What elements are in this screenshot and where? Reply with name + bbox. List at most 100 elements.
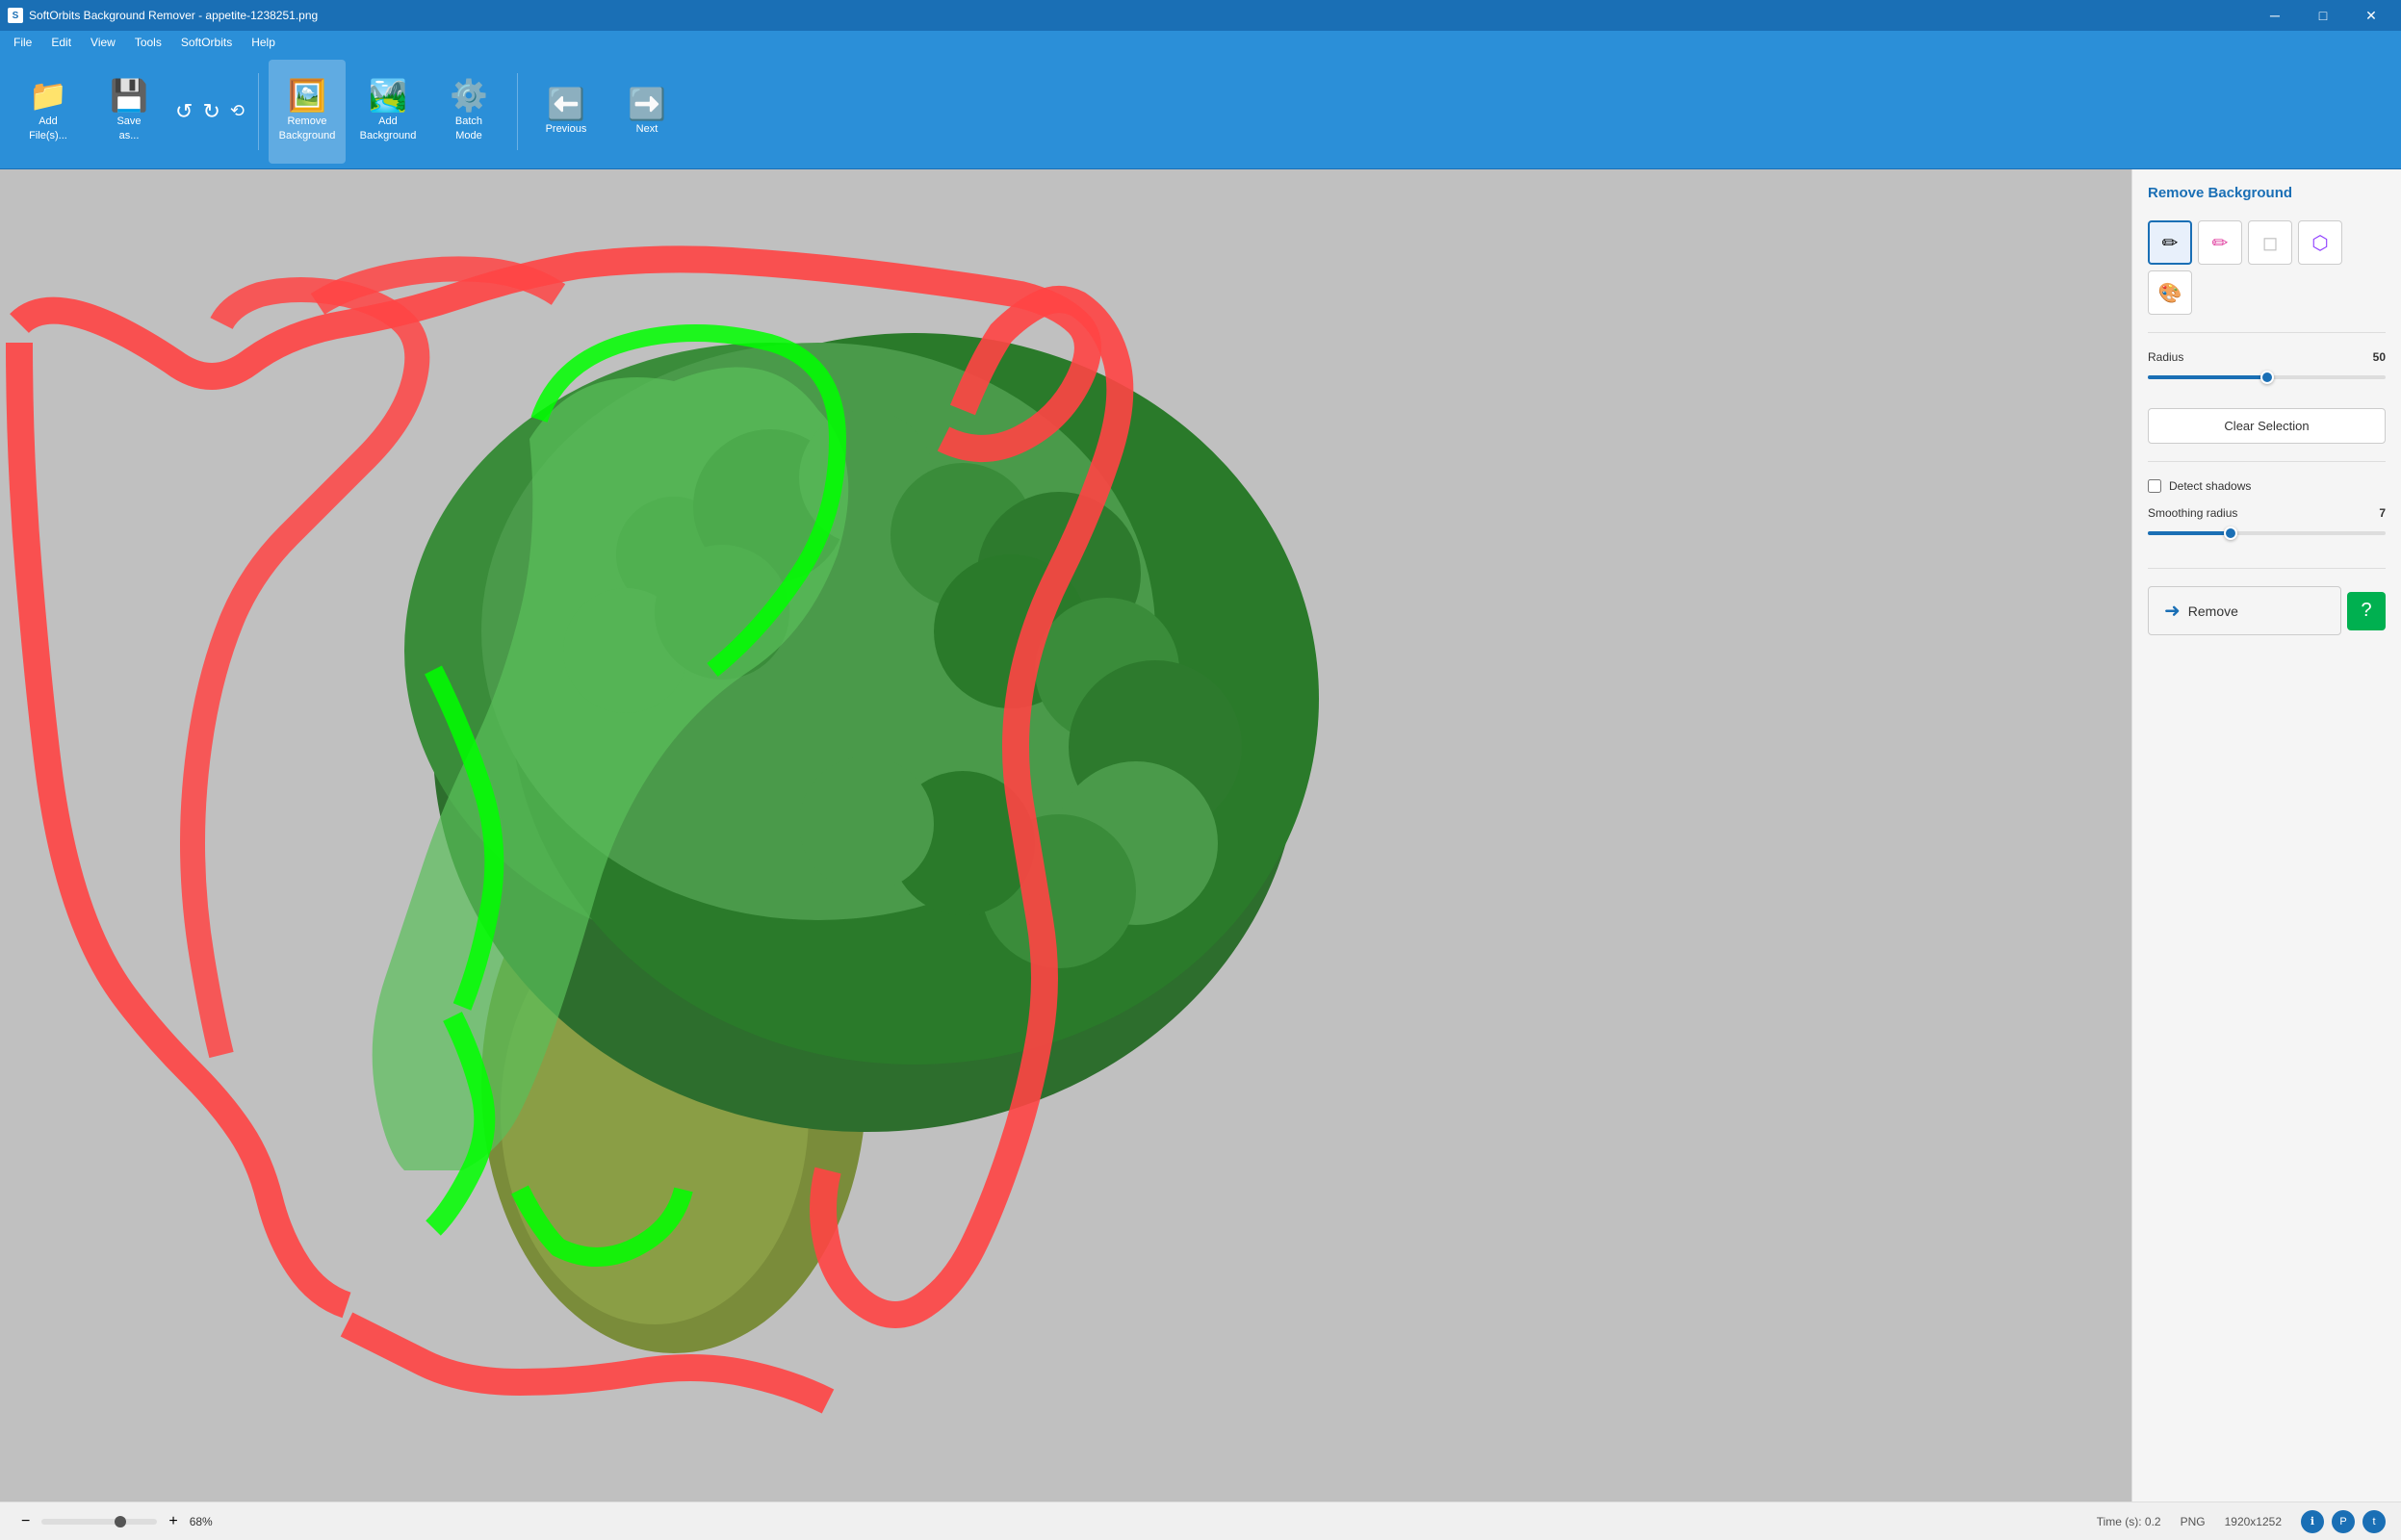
smoothing-label: Smoothing radius [2148,506,2237,520]
minimize-button[interactable]: ─ [2253,0,2297,31]
menu-file[interactable]: File [4,34,41,51]
smoothing-value: 7 [2379,506,2386,520]
smoothing-section: Smoothing radius 7 [2148,506,2386,551]
status-right: Time (s): 0.2 PNG 1920x1252 ℹ P t [2097,1510,2386,1533]
eraser-tool[interactable]: ◻ [2248,220,2292,265]
detect-shadows-label[interactable]: Detect shadows [2169,479,2251,493]
pinterest-button[interactable]: P [2332,1510,2355,1533]
toolbar-separator-1 [258,73,259,150]
zoom-track[interactable] [41,1519,157,1525]
menu-help[interactable]: Help [242,34,285,51]
smoothing-row: Smoothing radius 7 [2148,506,2386,520]
undo-button[interactable]: ↺ [171,95,196,128]
save-as-label: Saveas... [116,115,141,142]
foreground-brush-icon: ✏ [2162,231,2179,255]
help-button[interactable]: ? [2347,592,2386,630]
social-buttons: ℹ P t [2301,1510,2386,1533]
smoothing-slider-container [2148,524,2386,543]
background-brush-tool[interactable]: ✏ [2198,220,2242,265]
window-controls: ─ □ ✕ [2253,0,2393,31]
toolbar: 📁 AddFile(s)... 💾 Saveas... ↺ ↻ ⟲ 🖼️ Rem… [0,54,2401,169]
add-bg-label: AddBackground [360,115,417,142]
close-button[interactable]: ✕ [2349,0,2393,31]
batch-label: BatchMode [455,115,482,142]
divider-3 [2148,568,2386,569]
radius-slider-thumb[interactable] [2260,371,2274,384]
zoom-thumb[interactable] [115,1516,126,1527]
detect-shadows-row: Detect shadows [2148,479,2386,493]
remove-bg-label: RemoveBackground [279,115,336,142]
format-label: PNG [2181,1515,2206,1528]
smoothing-slider-fill [2148,531,2231,535]
color-picker-icon: 🎨 [2158,281,2182,305]
image-background [0,169,2131,1502]
next-button[interactable]: ➡️ Next [608,60,685,164]
main-layout: Remove Background ✏ ✏ ◻ ⬡ 🎨 Radius [0,169,2401,1502]
window-title: SoftOrbits Background Remover - appetite… [29,9,318,22]
radius-row: Radius 50 [2148,350,2386,364]
twitter-button[interactable]: t [2362,1510,2386,1533]
canvas-area[interactable] [0,169,2131,1502]
save-as-icon: 💾 [110,80,148,111]
divider-2 [2148,461,2386,462]
remove-arrow-icon: ➜ [2164,599,2181,623]
radius-value: 50 [2373,350,2386,364]
remove-bg-icon: 🖼️ [288,80,326,111]
remove-background-button[interactable]: 🖼️ RemoveBackground [269,60,346,164]
right-panel: Remove Background ✏ ✏ ◻ ⬡ 🎨 Radius [2131,169,2401,1502]
zoom-in-button[interactable]: + [163,1511,183,1532]
color-picker-tool[interactable]: 🎨 [2148,270,2192,315]
zoom-controls: − + 68% [15,1511,228,1532]
previous-icon: ⬅️ [547,89,585,119]
eraser-icon: ◻ [2262,231,2279,255]
batch-icon: ⚙️ [450,80,488,111]
dimensions-label: 1920x1252 [2225,1515,2282,1528]
app-icon: S [8,8,23,23]
add-files-icon: 📁 [29,80,67,111]
divider-1 [2148,332,2386,333]
previous-label: Previous [546,123,587,135]
add-background-button[interactable]: 🏞️ AddBackground [349,60,426,164]
radius-section: Radius 50 [2148,350,2386,395]
radius-slider-fill [2148,375,2267,379]
add-bg-icon: 🏞️ [369,80,407,111]
save-as-button[interactable]: 💾 Saveas... [90,60,168,164]
clear-selection-button[interactable]: Clear Selection [2148,408,2386,444]
maximize-button[interactable]: □ [2301,0,2345,31]
tool-buttons: ✏ ✏ ◻ ⬡ 🎨 [2148,220,2386,315]
menu-softorbits[interactable]: SoftOrbits [171,34,242,51]
batch-mode-button[interactable]: ⚙️ BatchMode [430,60,507,164]
toolbar-separator-2 [517,73,518,150]
add-files-label: AddFile(s)... [29,115,67,142]
zoom-percent: 68% [190,1515,228,1528]
reset-button[interactable]: ⟲ [226,97,248,125]
undo-redo-group: ↺ ↻ ⟲ [171,95,248,128]
foreground-brush-tool[interactable]: ✏ [2148,220,2192,265]
previous-button[interactable]: ⬅️ Previous [528,60,605,164]
menu-tools[interactable]: Tools [125,34,171,51]
help-icon: ? [2361,600,2371,622]
smoothing-slider-track [2148,531,2386,535]
menu-bar: File Edit View Tools SoftOrbits Help [0,31,2401,54]
magic-wand-icon: ⬡ [2311,231,2328,255]
next-icon: ➡️ [628,89,666,119]
magic-wand-tool[interactable]: ⬡ [2298,220,2342,265]
remove-button[interactable]: ➜ Remove [2148,586,2341,635]
remove-label: Remove [2188,603,2238,619]
redo-button[interactable]: ↻ [198,95,223,128]
zoom-out-button[interactable]: − [15,1511,36,1532]
status-bar: − + 68% Time (s): 0.2 PNG 1920x1252 ℹ P … [0,1502,2401,1540]
menu-view[interactable]: View [81,34,125,51]
detect-shadows-checkbox[interactable] [2148,479,2161,493]
remove-btn-row: ➜ Remove ? [2148,586,2386,635]
background-brush-icon: ✏ [2212,231,2229,255]
smoothing-slider-thumb[interactable] [2224,526,2237,540]
radius-label: Radius [2148,350,2183,364]
radius-slider-container [2148,368,2386,387]
add-files-button[interactable]: 📁 AddFile(s)... [10,60,87,164]
time-label: Time (s): 0.2 [2097,1515,2161,1528]
title-bar: S SoftOrbits Background Remover - appeti… [0,0,2401,31]
info-button[interactable]: ℹ [2301,1510,2324,1533]
panel-title: Remove Background [2148,185,2386,201]
menu-edit[interactable]: Edit [41,34,81,51]
